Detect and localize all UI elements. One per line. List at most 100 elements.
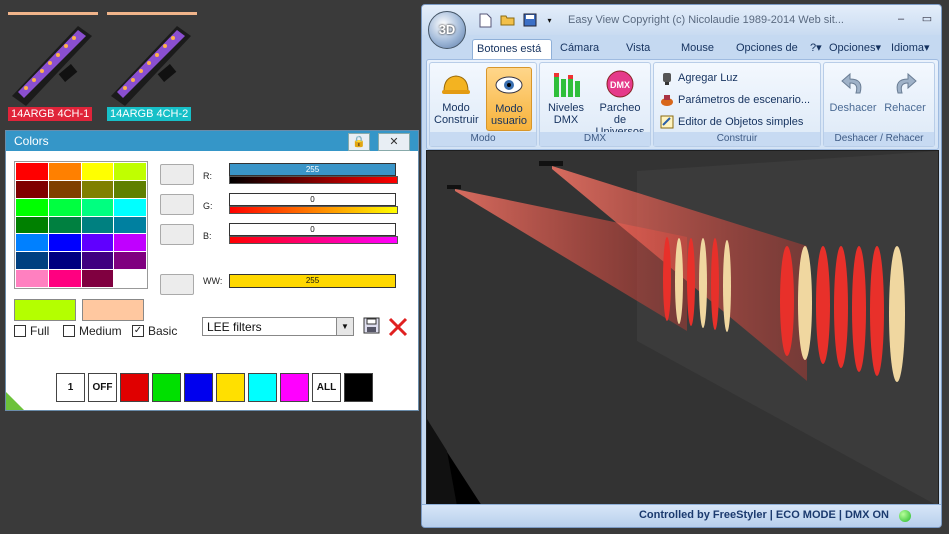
open-folder-icon[interactable] <box>500 13 515 28</box>
palette-swatch[interactable] <box>48 234 81 252</box>
quick-color-button[interactable] <box>152 373 181 402</box>
palette-swatch[interactable] <box>16 163 48 180</box>
maximize-button[interactable]: ▭ <box>918 12 936 26</box>
tab-botones[interactable]: Botones está <box>472 39 552 59</box>
previous-color-swatch[interactable] <box>82 299 144 321</box>
quick-color-button[interactable]: OFF <box>88 373 117 402</box>
tab-camara[interactable]: Cámara <box>556 39 603 58</box>
full-checkbox[interactable]: Full <box>14 324 49 338</box>
quick-color-button[interactable] <box>280 373 309 402</box>
palette-swatch[interactable] <box>16 270 48 287</box>
basic-checkbox[interactable]: ✓ Basic <box>132 324 177 338</box>
quick-color-button[interactable] <box>248 373 277 402</box>
palette-swatch[interactable] <box>16 216 48 234</box>
palette-swatch[interactable] <box>48 163 81 180</box>
new-file-icon[interactable] <box>478 13 493 28</box>
app-logo[interactable]: 3D <box>428 11 466 49</box>
palette-swatch[interactable] <box>81 234 114 252</box>
palette-swatch[interactable] <box>81 180 114 198</box>
palette-swatch[interactable] <box>114 198 146 216</box>
red-channel-button[interactable] <box>160 164 194 185</box>
palette-swatch[interactable] <box>114 216 146 234</box>
fixture-1[interactable]: 14ARGB 4CH-1 <box>8 12 98 122</box>
parcheo-universos-button[interactable]: DMX Parcheo de Universos <box>592 67 648 138</box>
parametros-escenario-label: Parámetros de escenario... <box>678 94 811 106</box>
editor-objetos-button[interactable]: Editor de Objetos simples <box>660 115 803 129</box>
palette-swatch[interactable] <box>16 198 48 216</box>
palette-swatch[interactable] <box>48 252 81 270</box>
green-channel-button[interactable] <box>160 194 194 215</box>
niveles-dmx-button[interactable]: Niveles DMX <box>544 67 588 129</box>
save-icon[interactable] <box>522 13 537 28</box>
filter-select[interactable]: LEE filters ▼ <box>202 317 354 336</box>
palette-swatch[interactable] <box>114 252 146 270</box>
quick-color-button[interactable] <box>184 373 213 402</box>
quick-access-menu-icon[interactable]: ▾ <box>542 13 557 28</box>
palette-swatch[interactable] <box>114 180 146 198</box>
chevron-down-icon[interactable]: ▼ <box>336 318 353 335</box>
quick-color-button[interactable] <box>344 373 373 402</box>
minimize-button[interactable]: – <box>892 12 910 26</box>
colors-titlebar[interactable]: Colors 🔒 ✕ <box>6 131 418 151</box>
palette-swatch[interactable] <box>81 270 114 287</box>
dmx-status-led <box>899 510 911 522</box>
palette-swatch[interactable] <box>16 180 48 198</box>
palette-swatch[interactable] <box>114 234 146 252</box>
group-construir: Agregar Luz Parámetros de escenario... E… <box>653 62 821 147</box>
tab-mouse[interactable]: Mouse <box>677 39 718 58</box>
quick-color-button[interactable] <box>120 373 149 402</box>
palette-swatch[interactable] <box>48 270 81 287</box>
blue-channel-button[interactable] <box>160 224 194 245</box>
agregar-luz-label: Agregar Luz <box>678 72 738 84</box>
green-value[interactable]: 0 <box>229 193 396 206</box>
resize-grip-icon[interactable] <box>6 392 24 410</box>
idioma-menu[interactable]: Idioma▾ <box>887 39 934 58</box>
rehacer-button[interactable]: Rehacer <box>880 67 930 129</box>
red-gradient-slider[interactable] <box>229 176 398 184</box>
deshacer-button[interactable]: Deshacer <box>828 67 878 129</box>
palette-swatch[interactable] <box>114 163 146 180</box>
fixture-model-2 <box>539 161 563 166</box>
red-value[interactable]: 255 <box>229 163 396 176</box>
palette-swatch[interactable] <box>81 216 114 234</box>
ribbon: Modo Construir Modo usuario Modo Niveles… <box>426 59 939 150</box>
fixture-2[interactable]: 14ARGB 4CH-2 <box>107 12 197 122</box>
palette-swatch[interactable] <box>48 198 81 216</box>
opciones-menu[interactable]: Opciones▾ <box>825 39 885 58</box>
palette-swatch[interactable] <box>48 216 81 234</box>
app-titlebar[interactable]: ▾ Easy View Copyright (c) Nicolaudie 198… <box>422 5 941 35</box>
close-button[interactable]: ✕ <box>378 133 410 151</box>
current-color-swatch[interactable] <box>14 299 76 321</box>
blue-label: B: <box>203 231 212 241</box>
tab-opciones-de[interactable]: Opciones de <box>732 39 802 58</box>
modo-usuario-button[interactable]: Modo usuario <box>486 67 532 131</box>
palette-swatch[interactable] <box>16 252 48 270</box>
agregar-luz-button[interactable]: Agregar Luz <box>660 71 738 85</box>
quick-color-button[interactable]: ALL <box>312 373 341 402</box>
quick-color-button[interactable] <box>216 373 245 402</box>
blue-gradient-slider[interactable] <box>229 236 398 244</box>
palette-swatch[interactable] <box>81 198 114 216</box>
3d-viewport[interactable] <box>426 150 939 507</box>
palette-swatch[interactable] <box>81 163 114 180</box>
medium-checkbox[interactable]: Medium <box>63 324 122 338</box>
palette-swatch[interactable] <box>48 180 81 198</box>
object-editor-icon <box>660 115 674 129</box>
lock-icon[interactable]: 🔒 <box>348 133 370 151</box>
parametros-escenario-button[interactable]: Parámetros de escenario... <box>660 93 810 107</box>
deshacer-label: Deshacer <box>829 102 877 114</box>
blue-value[interactable]: 0 <box>229 223 396 236</box>
quick-color-button[interactable]: 1 <box>56 373 85 402</box>
help-button[interactable]: ?▾ <box>806 39 826 58</box>
palette-swatch[interactable] <box>114 270 146 287</box>
modo-construir-button[interactable]: Modo Construir <box>434 67 479 129</box>
ww-value[interactable]: 255 <box>229 274 396 288</box>
delete-icon[interactable] <box>387 316 409 338</box>
save-icon[interactable] <box>363 317 380 334</box>
full-label: Full <box>30 324 50 338</box>
palette-swatch[interactable] <box>16 234 48 252</box>
green-gradient-slider[interactable] <box>229 206 398 214</box>
ww-channel-button[interactable] <box>160 274 194 295</box>
tab-vista[interactable]: Vista <box>622 39 654 58</box>
palette-swatch[interactable] <box>81 252 114 270</box>
